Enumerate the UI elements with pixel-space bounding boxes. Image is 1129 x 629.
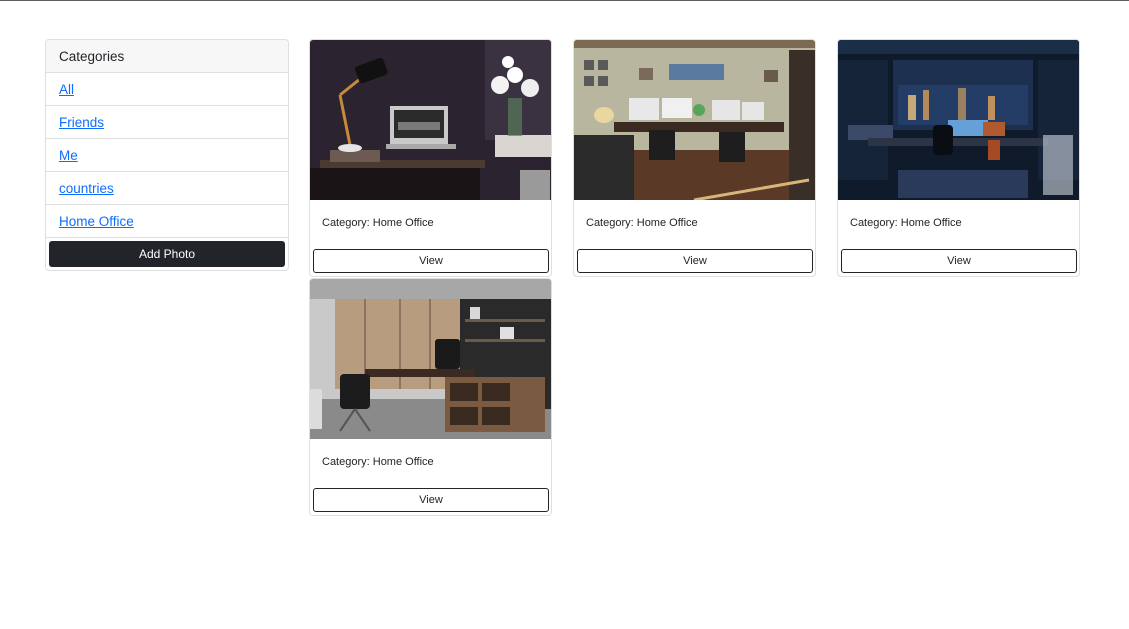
category-link-all[interactable]: All (59, 82, 74, 97)
categories-panel: Categories All Friends Me countries Home… (45, 39, 289, 271)
view-button[interactable]: View (313, 249, 549, 273)
photo-thumbnail[interactable] (310, 279, 551, 439)
photo-card: Category: Home Office View (309, 39, 552, 277)
category-link-friends[interactable]: Friends (59, 115, 104, 130)
categories-header: Categories (46, 40, 288, 73)
view-button[interactable]: View (313, 488, 549, 512)
category-item-countries: countries (46, 172, 288, 205)
category-link-countries[interactable]: countries (59, 181, 114, 196)
photo-card: Category: Home Office View (837, 39, 1080, 277)
add-photo-button[interactable]: Add Photo (49, 241, 285, 267)
view-button[interactable]: View (577, 249, 813, 273)
photo-thumbnail[interactable] (574, 40, 815, 200)
photo-thumbnail[interactable] (838, 40, 1079, 200)
category-link-home-office[interactable]: Home Office (59, 214, 134, 229)
photo-category-text: Category: Home Office (322, 217, 434, 229)
photo-card: Category: Home Office View (573, 39, 816, 277)
photo-category-text: Category: Home Office (586, 217, 698, 229)
photo-category-text: Category: Home Office (322, 456, 434, 468)
photo-card: Category: Home Office View (309, 278, 552, 516)
top-divider (0, 0, 1129, 1)
category-item-friends: Friends (46, 106, 288, 139)
category-item-me: Me (46, 139, 288, 172)
category-link-me[interactable]: Me (59, 148, 78, 163)
view-button[interactable]: View (841, 249, 1077, 273)
category-item-home-office: Home Office (46, 205, 288, 238)
category-item-all: All (46, 73, 288, 106)
photo-category-text: Category: Home Office (850, 217, 962, 229)
photo-thumbnail[interactable] (310, 40, 551, 200)
